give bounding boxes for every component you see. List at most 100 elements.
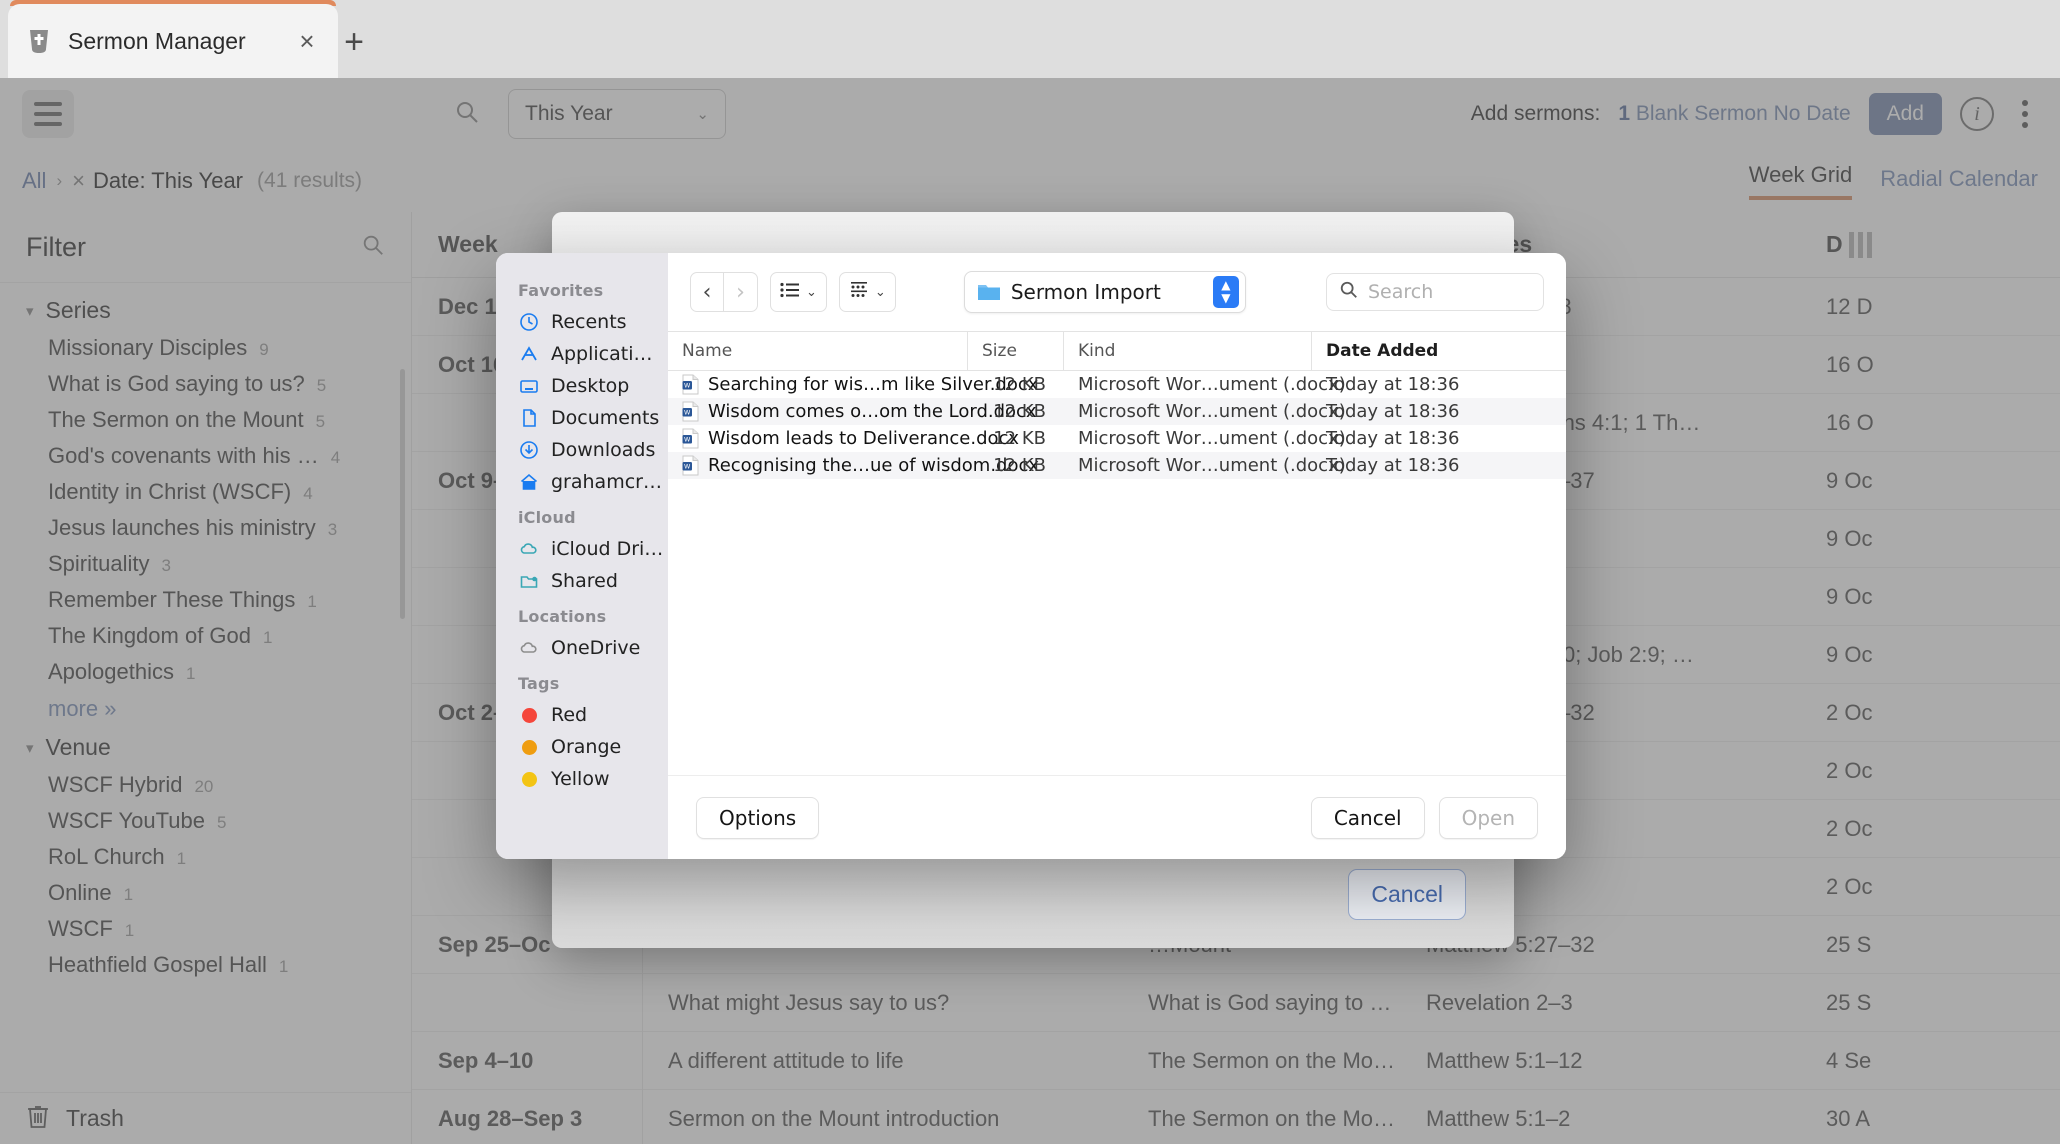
cell-passages: Revelation 2–3	[1426, 989, 1573, 1015]
view-mode-group-button[interactable]: ⌄	[838, 272, 896, 312]
sidebar-item-label: Orange	[551, 736, 622, 758]
table-row[interactable]: Aug 28–Sep 3 Sermon on the Mount introduc…	[412, 1090, 2060, 1144]
open-button[interactable]: Open	[1438, 796, 1538, 839]
sidebar-item-icloud-drive[interactable]: iCloud Dri…	[496, 533, 668, 565]
tab-week-grid[interactable]: Week Grid	[1748, 162, 1853, 200]
filter-item[interactable]: God's covenants with his … 4	[0, 438, 411, 474]
filter-item[interactable]: WSCF Hybrid 20	[0, 767, 411, 803]
column-resize-handle[interactable]	[1848, 231, 1872, 258]
sidebar-section-locations: Locations	[518, 607, 607, 626]
file-date-cell: Today at 18:36	[1326, 455, 1460, 476]
download-icon	[518, 439, 540, 461]
path-popup-button[interactable]: Sermon Import ▲ ▼	[963, 271, 1246, 313]
trash-icon	[26, 1103, 50, 1135]
sidebar-item-downloads[interactable]: Downloads	[496, 434, 668, 466]
cell-series: The Sermon on the Mount	[1148, 1105, 1400, 1131]
filter-item[interactable]: Missionary Disciples 9	[0, 330, 411, 366]
file-dialog-main: ‹ › ⌄ ⌄ Sermon Import ▲ ▼ Search Name Si…	[668, 253, 1566, 859]
file-column-name[interactable]: Name	[668, 332, 968, 370]
sidebar-item-tag-yellow[interactable]: Yellow	[496, 763, 668, 795]
file-row[interactable]: W Searching for wis…m like Silver.docx 12 …	[668, 371, 1566, 398]
filter-item-count: 1	[278, 957, 289, 976]
file-column-kind[interactable]: Kind	[1064, 332, 1312, 370]
sidebar-item-applications[interactable]: Applicati…	[496, 338, 668, 370]
filter-item[interactable]: Jesus launches his ministry 3	[0, 510, 411, 546]
cell-date: 16 O	[1826, 409, 1874, 435]
cell-date: 2 Oc	[1826, 699, 1873, 725]
file-column-date-added[interactable]: Date Added	[1312, 332, 1566, 370]
sidebar-item-label: iCloud Dri…	[551, 538, 664, 560]
close-icon[interactable]: ×	[292, 26, 322, 56]
column-header-date-label: D	[1826, 231, 1843, 257]
filter-item[interactable]: Heathfield Gospel Hall 1	[0, 947, 411, 983]
svg-text:W: W	[684, 409, 691, 417]
filter-item-count: 5	[216, 813, 227, 832]
table-row[interactable]: Sep 4–10 A different attitude to life The …	[412, 1032, 2060, 1090]
trash-bin[interactable]: Trash	[0, 1092, 411, 1144]
kebab-menu-icon[interactable]	[2012, 100, 2038, 128]
sheet-cancel-button[interactable]: Cancel	[1348, 869, 1466, 920]
table-row[interactable]: What might Jesus say to us? What is God s…	[412, 974, 2060, 1032]
file-row[interactable]: W Wisdom comes o…om the Lord.docx 12 KB Mic…	[668, 398, 1566, 425]
sidebar-item-desktop[interactable]: Desktop	[496, 370, 668, 402]
filter-item-count: 1	[176, 849, 187, 868]
sidebar-section-icloud: iCloud	[518, 508, 576, 527]
year-filter-select[interactable]: This Year ⌄	[508, 89, 726, 139]
hamburger-icon[interactable]	[22, 90, 74, 138]
browser-tab[interactable]: Sermon Manager ×	[8, 4, 338, 78]
filter-item[interactable]: Apologethics 1	[0, 654, 411, 690]
cell-date: 9 Oc	[1826, 525, 1873, 551]
filter-item-count: 4	[330, 448, 341, 467]
sidebar-item-shared[interactable]: Shared	[496, 565, 668, 597]
sidebar-item-tag-orange[interactable]: Orange	[496, 731, 668, 763]
file-column-size[interactable]: Size	[968, 332, 1064, 370]
filter-item[interactable]: WSCF YouTube 5	[0, 803, 411, 839]
back-button[interactable]: ‹	[690, 272, 724, 312]
file-kind-cell: Microsoft Wor…ument (.docx)	[1078, 374, 1346, 395]
filter-item[interactable]: Identity in Christ (WSCF) 4	[0, 474, 411, 510]
stepper-icon[interactable]: ▲ ▼	[1212, 276, 1239, 308]
filter-item[interactable]: Remember These Things 1	[0, 582, 411, 618]
file-kind-cell: Microsoft Wor…ument (.docx)	[1078, 455, 1346, 476]
filter-group-label: Series	[45, 297, 111, 323]
search-icon[interactable]	[454, 99, 480, 130]
breadcrumb-all[interactable]: All	[22, 168, 46, 194]
filter-item[interactable]: What is God saying to us? 5	[0, 366, 411, 402]
options-button[interactable]: Options	[696, 796, 820, 839]
filter-item[interactable]: RoL Church 1	[0, 839, 411, 875]
filter-more-link[interactable]: more »	[0, 690, 411, 728]
filter-item-count: 5	[315, 412, 326, 431]
filter-group-venue[interactable]: ▾ Venue	[0, 728, 411, 767]
sidebar-item-documents[interactable]: Documents	[496, 402, 668, 434]
tab-radial-calendar[interactable]: Radial Calendar	[1880, 166, 2038, 200]
forward-button[interactable]: ›	[724, 272, 758, 312]
file-row[interactable]: W Recognising the…ue of wisdom.docx 12 KB M…	[668, 452, 1566, 479]
filter-item[interactable]: Online 1	[0, 875, 411, 911]
add-sermons-summary[interactable]: 1 Blank Sermon No Date	[1618, 102, 1850, 126]
breadcrumb-remove-filter[interactable]: ×	[72, 168, 85, 194]
search-icon[interactable]	[361, 233, 385, 262]
filter-item[interactable]: The Sermon on the Mount 5	[0, 402, 411, 438]
file-search-input[interactable]: Search	[1326, 273, 1544, 311]
filter-item[interactable]: Spirituality 3	[0, 546, 411, 582]
filter-header: Filter	[0, 212, 411, 282]
filter-item[interactable]: The Kingdom of God 1	[0, 618, 411, 654]
sidebar-item-home[interactable]: grahamcr…	[496, 466, 668, 498]
sidebar-scrollbar[interactable]	[400, 369, 405, 619]
filter-item-label: WSCF	[48, 916, 113, 941]
add-button[interactable]: Add	[1868, 93, 1942, 135]
view-mode-list-button[interactable]: ⌄	[770, 272, 827, 312]
filter-item[interactable]: WSCF 1	[0, 911, 411, 947]
sidebar-item-recents[interactable]: Recents	[496, 306, 668, 338]
info-icon[interactable]: i	[1960, 97, 1994, 131]
cell-title: Sermon on the Mount introduction	[668, 1105, 1000, 1131]
sidebar-item-onedrive[interactable]: OneDrive	[496, 632, 668, 664]
file-row[interactable]: W Wisdom leads to Deliverance.docx 12 KB Mi…	[668, 425, 1566, 452]
column-header-date[interactable]: D	[1800, 231, 2060, 258]
current-folder-name: Sermon Import	[1010, 280, 1161, 304]
sidebar-item-tag-red[interactable]: Red	[496, 699, 668, 731]
cancel-button[interactable]: Cancel	[1310, 796, 1425, 839]
filter-item-label: The Sermon on the Mount	[48, 407, 304, 432]
filter-group-series[interactable]: ▾ Series	[0, 291, 411, 330]
new-tab-button[interactable]: +	[330, 18, 378, 66]
